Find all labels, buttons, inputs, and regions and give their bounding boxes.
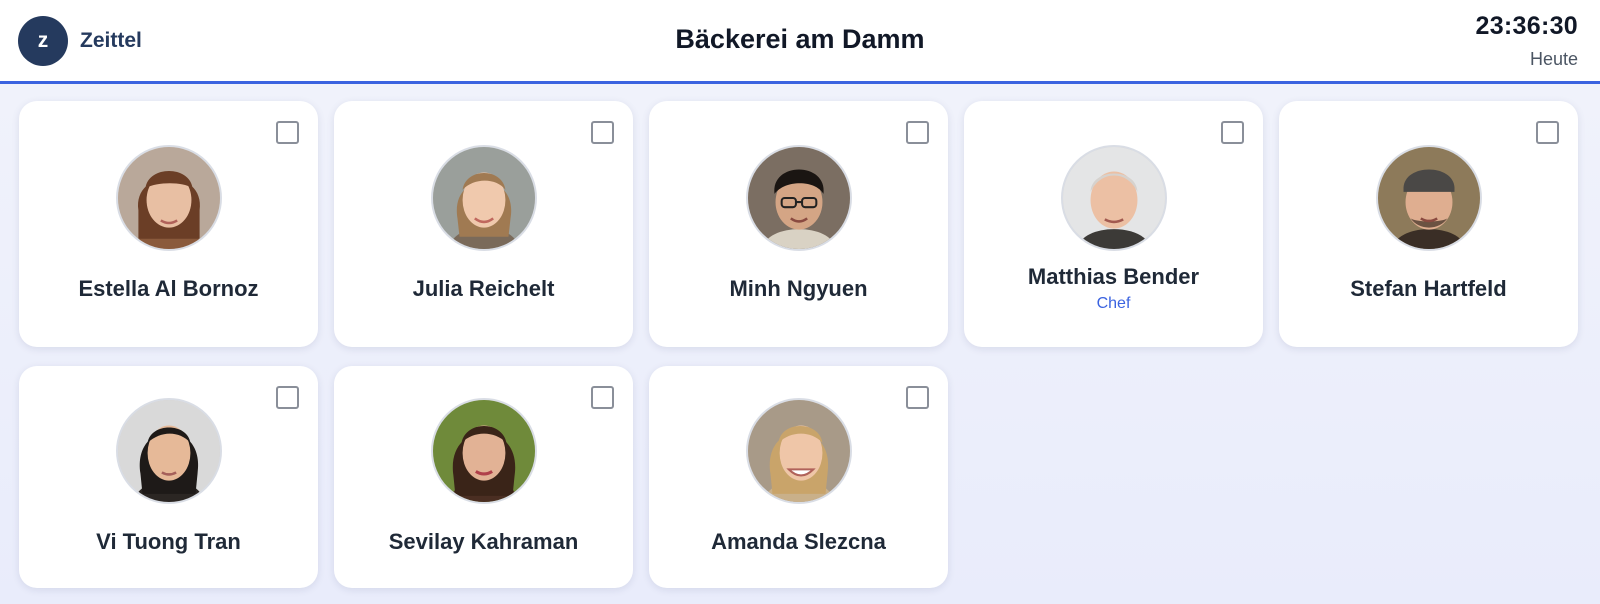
employee-card[interactable]: Matthias Bender Chef (964, 101, 1263, 347)
person-photo-icon (432, 400, 535, 502)
clock: 23:36:30 Heute (1476, 12, 1578, 70)
employee-card[interactable]: Julia Reichelt (334, 101, 633, 347)
select-checkbox[interactable] (276, 121, 299, 144)
select-checkbox[interactable] (1536, 121, 1559, 144)
avatar (115, 145, 222, 251)
person-photo-icon (117, 400, 220, 502)
employee-name: Vi Tuong Tran (96, 529, 241, 554)
person-photo-icon (747, 400, 850, 502)
avatar (1375, 145, 1482, 251)
person-photo-icon (1377, 147, 1480, 249)
employee-name: Julia Reichelt (412, 276, 555, 301)
employee-card[interactable]: Amanda Slezcna (649, 366, 948, 588)
employee-card[interactable]: Vi Tuong Tran (19, 366, 318, 588)
employee-card[interactable]: Stefan Hartfeld (1279, 101, 1578, 347)
store-title: Bäckerei am Damm (675, 24, 925, 54)
avatar (745, 145, 852, 251)
employee-name: Amanda Slezcna (711, 529, 886, 554)
select-checkbox[interactable] (1221, 121, 1244, 144)
person-photo-icon (432, 147, 535, 249)
employee-name: Estella Al Bornoz (78, 276, 259, 301)
employee-card[interactable]: Estella Al Bornoz (19, 101, 318, 347)
person-photo-icon (1062, 147, 1165, 249)
select-checkbox[interactable] (591, 386, 614, 409)
select-checkbox[interactable] (906, 386, 929, 409)
employee-name: Stefan Hartfeld (1350, 276, 1507, 301)
avatar (115, 398, 222, 504)
person-photo-icon (747, 147, 850, 249)
employee-card[interactable]: Sevilay Kahraman (334, 366, 633, 588)
employee-name: Matthias Bender (1027, 264, 1200, 289)
employee-name: Sevilay Kahraman (388, 529, 579, 554)
avatar (430, 398, 537, 504)
top-bar: z Zeittel Bäckerei am Damm 23:36:30 Heut… (0, 0, 1600, 84)
clock-time: 23:36:30 (1475, 12, 1578, 40)
clock-day: Heute (1529, 49, 1578, 69)
employee-grid: Estella Al Bornoz Julia Reichelt Minh Ng… (19, 101, 1579, 588)
employee-name: Minh Ngyuen (729, 276, 868, 301)
avatar (1060, 145, 1167, 251)
avatar (745, 398, 852, 504)
select-checkbox[interactable] (276, 386, 299, 409)
role-label: Chef (1096, 295, 1131, 312)
select-checkbox[interactable] (591, 121, 614, 144)
select-checkbox[interactable] (906, 121, 929, 144)
employee-card[interactable]: Minh Ngyuen (649, 101, 948, 347)
avatar (430, 145, 537, 251)
person-photo-icon (117, 147, 220, 249)
